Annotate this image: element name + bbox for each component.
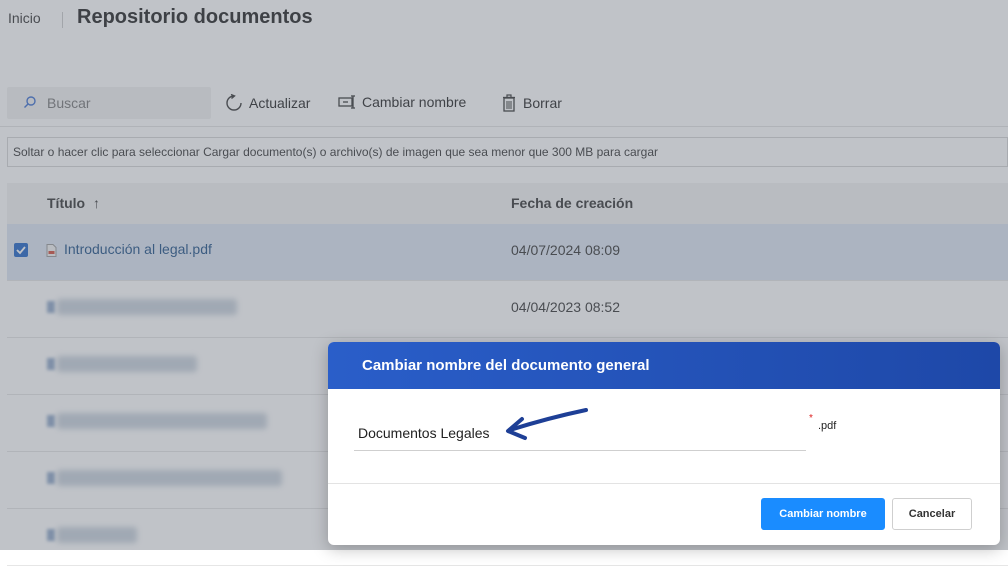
confirm-rename-button[interactable]: Cambiar nombre — [761, 498, 885, 530]
rename-dialog: Cambiar nombre del documento general Doc… — [328, 342, 1000, 545]
page: Inicio Repositorio documentos Buscar Act… — [0, 0, 1008, 566]
dialog-footer-divider — [328, 483, 1000, 484]
required-marker: * — [809, 413, 813, 424]
dialog-title: Cambiar nombre del documento general — [328, 342, 1000, 389]
cancel-button[interactable]: Cancelar — [892, 498, 972, 530]
file-extension-label: .pdf — [818, 420, 837, 432]
document-name-value: Documentos Legales — [358, 425, 490, 441]
annotation-arrow-icon — [506, 408, 588, 440]
